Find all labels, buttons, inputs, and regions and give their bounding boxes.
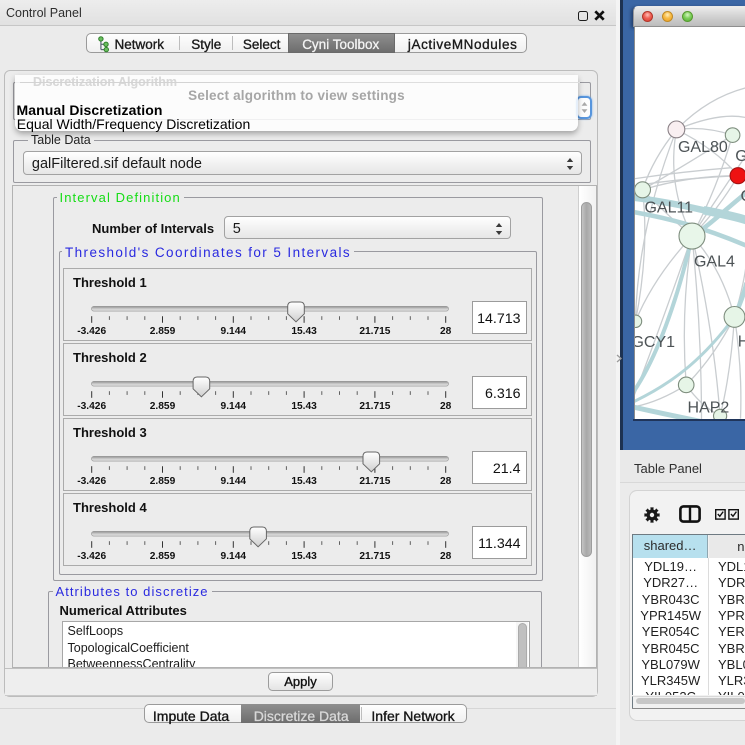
svg-text:15.43: 15.43 xyxy=(291,326,317,337)
svg-text:9.144: 9.144 xyxy=(221,401,247,412)
svg-text:21.715: 21.715 xyxy=(359,551,390,562)
svg-text:2.859: 2.859 xyxy=(150,551,176,562)
svg-text:GAL11: GAL11 xyxy=(644,200,693,217)
svg-text:GCY1: GCY1 xyxy=(635,334,675,351)
svg-text:15.43: 15.43 xyxy=(291,401,317,412)
svg-text:2.859: 2.859 xyxy=(150,401,176,412)
svg-text:28: 28 xyxy=(440,401,452,412)
svg-text:21.715: 21.715 xyxy=(359,476,390,487)
svg-text:HAP2: HAP2 xyxy=(687,400,729,417)
svg-text:2.859: 2.859 xyxy=(150,326,176,337)
svg-text:HIS4: HIS4 xyxy=(737,334,745,351)
svg-text:9.144: 9.144 xyxy=(221,326,247,337)
svg-text:15.43: 15.43 xyxy=(291,551,317,562)
svg-text:GAL4: GAL4 xyxy=(693,254,734,271)
svg-text:GAL80: GAL80 xyxy=(678,139,728,156)
svg-text:28: 28 xyxy=(440,476,452,487)
svg-text:GAL3: GAL3 xyxy=(735,148,745,165)
svg-text:-3.426: -3.426 xyxy=(77,476,106,487)
svg-text:21.715: 21.715 xyxy=(359,401,390,412)
svg-text:-3.426: -3.426 xyxy=(77,551,106,562)
svg-text:21.715: 21.715 xyxy=(359,326,390,337)
svg-text:9.144: 9.144 xyxy=(221,476,247,487)
svg-text:28: 28 xyxy=(440,551,452,562)
svg-text:-3.426: -3.426 xyxy=(77,401,106,412)
svg-text:9.144: 9.144 xyxy=(221,551,247,562)
svg-text:CYC8: CYC8 xyxy=(740,188,745,205)
svg-text:28: 28 xyxy=(440,326,452,337)
svg-text:15.43: 15.43 xyxy=(291,476,317,487)
svg-text:2.859: 2.859 xyxy=(150,476,176,487)
svg-text:-3.426: -3.426 xyxy=(77,326,106,337)
